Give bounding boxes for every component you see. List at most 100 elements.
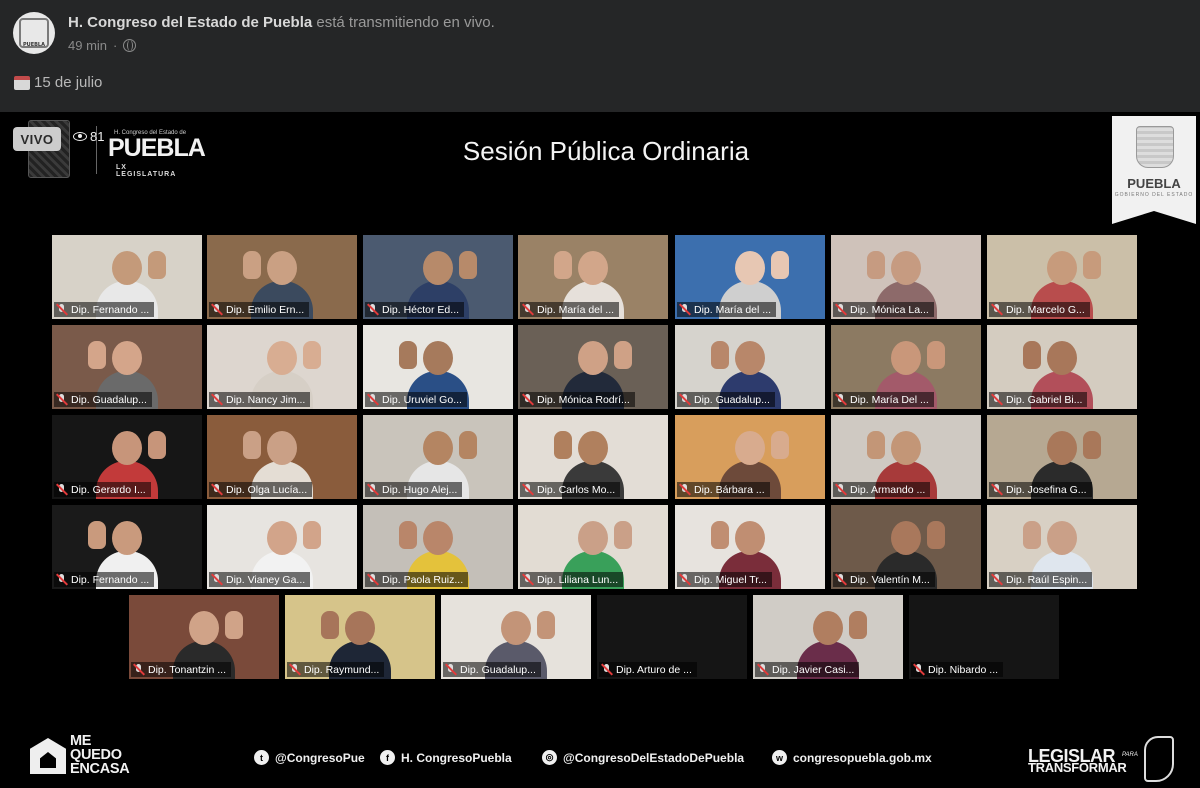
participant-head bbox=[112, 431, 142, 465]
participant-head bbox=[1047, 431, 1077, 465]
house-icon bbox=[30, 738, 66, 774]
participant-tile[interactable]: Dip. Mónica Rodrí... bbox=[518, 325, 668, 409]
participant-tile[interactable]: Dip. Nancy Jim... bbox=[207, 325, 357, 409]
raised-hand bbox=[614, 341, 632, 369]
mic-muted-icon bbox=[56, 304, 67, 315]
participant-tile[interactable]: Dip. Arturo de ... bbox=[597, 595, 747, 679]
page-name-link[interactable]: H. Congreso del Estado de Puebla bbox=[68, 14, 312, 31]
serpent-icon bbox=[1144, 736, 1174, 782]
state-crest-icon bbox=[1136, 126, 1174, 168]
raised-hand bbox=[1083, 251, 1101, 279]
raised-hand bbox=[1023, 521, 1041, 549]
avatar-text: PUEBLA bbox=[22, 42, 45, 48]
participant-tile[interactable]: Dip. Guadalup... bbox=[675, 325, 825, 409]
participant-tile[interactable]: Dip. Mónica La... bbox=[831, 235, 981, 319]
participant-name: Dip. Olga Lucía... bbox=[226, 483, 308, 496]
participant-tile[interactable]: Dip. Gerardo I... bbox=[52, 415, 202, 499]
participant-tile[interactable]: Dip. Armando ... bbox=[831, 415, 981, 499]
page-name[interactable]: H. Congreso del Estado de Puebla está tr… bbox=[68, 14, 495, 31]
participant-nameplate: Dip. Fernando ... bbox=[54, 572, 155, 587]
participant-nameplate: Dip. Armando ... bbox=[833, 482, 931, 497]
participant-head bbox=[735, 341, 765, 375]
participant-name: Dip. Mónica Rodrí... bbox=[537, 393, 630, 406]
participant-tile[interactable]: Dip. Liliana Lun... bbox=[518, 505, 668, 589]
participant-nameplate: Dip. Emilio Ern... bbox=[209, 302, 310, 317]
participant-head bbox=[423, 251, 453, 285]
participant-tile[interactable]: Dip. Hugo Alej... bbox=[363, 415, 513, 499]
post-status: está transmitiendo en vivo. bbox=[316, 14, 495, 31]
mic-muted-icon bbox=[56, 574, 67, 585]
participant-head bbox=[1047, 251, 1077, 285]
participant-tile[interactable]: Dip. María Del ... bbox=[831, 325, 981, 409]
mic-muted-icon bbox=[522, 484, 533, 495]
participant-head bbox=[423, 521, 453, 555]
participant-tile[interactable]: Dip. Vianey Ga... bbox=[207, 505, 357, 589]
participant-tile[interactable]: Dip. Tonantzin ... bbox=[129, 595, 279, 679]
mic-muted-icon bbox=[367, 394, 378, 405]
campaign-text: ME QUEDO ENCASA bbox=[70, 733, 130, 777]
participant-tile[interactable]: Dip. Paola Ruiz... bbox=[363, 505, 513, 589]
participant-tile[interactable]: Dip. Uruviel Go... bbox=[363, 325, 513, 409]
participant-tile[interactable]: Dip. Marcelo G... bbox=[987, 235, 1137, 319]
participant-tile[interactable]: Dip. Nibardo ... bbox=[909, 595, 1059, 679]
participant-head bbox=[267, 251, 297, 285]
participant-tile[interactable]: Dip. Valentín M... bbox=[831, 505, 981, 589]
participant-nameplate: Dip. Héctor Ed... bbox=[365, 302, 465, 317]
participant-head bbox=[267, 341, 297, 375]
participant-tile[interactable]: Dip. Josefina G... bbox=[987, 415, 1137, 499]
mic-muted-icon bbox=[991, 394, 1002, 405]
legislar-para-transformar-logo: LEGISLAR PARA TRANSFORMAR bbox=[1026, 736, 1176, 782]
participant-nameplate: Dip. Valentín M... bbox=[833, 572, 935, 587]
participant-tile[interactable]: Dip. María del ... bbox=[675, 235, 825, 319]
participant-tile[interactable]: Dip. Fernando ... bbox=[52, 505, 202, 589]
participant-head bbox=[112, 251, 142, 285]
participant-nameplate: Dip. Raymund... bbox=[287, 662, 385, 677]
participant-tile[interactable]: Dip. Guadalup... bbox=[52, 325, 202, 409]
participant-tile[interactable]: Dip. Emilio Ern... bbox=[207, 235, 357, 319]
live-video[interactable]: H. Congreso del Estado de PUEBLA LX LEGI… bbox=[0, 112, 1200, 788]
participant-nameplate: Dip. Guadalup... bbox=[54, 392, 152, 407]
participant-tile[interactable]: Dip. Javier Casi... bbox=[753, 595, 903, 679]
participant-name: Dip. Nibardo ... bbox=[928, 663, 999, 676]
mic-muted-icon bbox=[991, 574, 1002, 585]
mic-muted-icon bbox=[679, 304, 690, 315]
instagram-icon: ◎ bbox=[542, 750, 557, 765]
participant-head bbox=[578, 431, 608, 465]
raised-hand bbox=[321, 611, 339, 639]
participant-tile[interactable]: Dip. Carlos Mo... bbox=[518, 415, 668, 499]
participant-name: Dip. Tonantzin ... bbox=[148, 663, 227, 676]
page-avatar[interactable]: PUEBLA bbox=[13, 12, 55, 54]
participant-tile[interactable]: Dip. Guadalup... bbox=[441, 595, 591, 679]
participant-tile[interactable]: Dip. Raymund... bbox=[285, 595, 435, 679]
mic-muted-icon bbox=[522, 304, 533, 315]
participant-name: Dip. Emilio Ern... bbox=[226, 303, 305, 316]
participant-name: Dip. María Del ... bbox=[850, 393, 929, 406]
raised-hand bbox=[399, 341, 417, 369]
participant-tile[interactable]: Dip. Bárbara ... bbox=[675, 415, 825, 499]
participant-head bbox=[578, 521, 608, 555]
participant-nameplate: Dip. Guadalup... bbox=[677, 392, 775, 407]
participant-nameplate: Dip. Guadalup... bbox=[443, 662, 541, 677]
raised-hand bbox=[88, 341, 106, 369]
participant-nameplate: Dip. Bárbara ... bbox=[677, 482, 770, 497]
participant-tile[interactable]: Dip. Miguel Tr... bbox=[675, 505, 825, 589]
participant-head bbox=[578, 341, 608, 375]
post-timestamp[interactable]: 49 min bbox=[68, 38, 107, 53]
raised-hand bbox=[711, 521, 729, 549]
instagram-handle: ◎ @CongresoDelEstadoDePuebla bbox=[542, 750, 744, 765]
raised-hand bbox=[537, 611, 555, 639]
mic-muted-icon bbox=[367, 484, 378, 495]
raised-hand bbox=[867, 251, 885, 279]
participant-tile[interactable]: Dip. Olga Lucía... bbox=[207, 415, 357, 499]
participant-name: Dip. Mónica La... bbox=[850, 303, 929, 316]
participant-tile[interactable]: Dip. Fernando ... bbox=[52, 235, 202, 319]
participant-tile[interactable]: Dip. Héctor Ed... bbox=[363, 235, 513, 319]
participant-tile[interactable]: Dip. María del ... bbox=[518, 235, 668, 319]
broadcast-footer: ME QUEDO ENCASA t @CongresoPue f H. Cong… bbox=[0, 714, 1200, 788]
participant-name: Dip. Miguel Tr... bbox=[694, 573, 767, 586]
mic-muted-icon bbox=[56, 484, 67, 495]
participant-tile[interactable]: Dip. Raúl Espin... bbox=[987, 505, 1137, 589]
participant-tile[interactable]: Dip. Gabriel Bi... bbox=[987, 325, 1137, 409]
raised-hand bbox=[88, 521, 106, 549]
raised-hand bbox=[867, 431, 885, 459]
